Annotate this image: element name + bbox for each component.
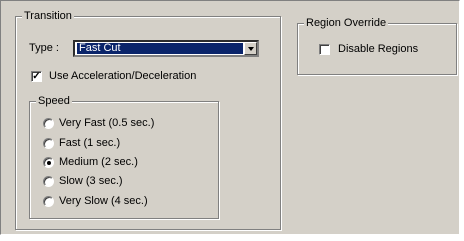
chevron-down-icon xyxy=(247,46,254,51)
disable-regions-label[interactable]: Disable Regions xyxy=(338,43,418,56)
speed-group-title: Speed xyxy=(36,94,72,108)
use-acceleration-label[interactable]: Use Acceleration/Deceleration xyxy=(49,70,196,83)
speed-option-label: Slow (3 sec.) xyxy=(59,175,123,187)
radio-medium[interactable] xyxy=(43,157,54,168)
radio-very-slow[interactable] xyxy=(43,196,54,207)
speed-option-label: Very Slow (4 sec.) xyxy=(59,195,148,207)
transition-group-title: Transition xyxy=(22,9,74,23)
speed-option-label: Fast (1 sec.) xyxy=(59,137,121,149)
dialog-panel: Transition Type : Fast Cut ✓ Use Acceler… xyxy=(0,0,460,235)
radio-selected-dot xyxy=(47,161,51,165)
region-override-group-title: Region Override xyxy=(304,16,389,30)
dropdown-button[interactable] xyxy=(244,42,257,55)
transition-type-value: Fast Cut xyxy=(77,43,243,54)
disable-regions-checkbox[interactable] xyxy=(319,44,330,55)
transition-type-dropdown[interactable]: Fast Cut xyxy=(73,40,259,57)
speed-option-label: Medium (2 sec.) xyxy=(59,156,138,168)
speed-option-label: Very Fast (0.5 sec.) xyxy=(59,117,155,129)
checkmark-icon: ✓ xyxy=(32,71,41,82)
radio-slow[interactable] xyxy=(43,176,54,187)
radio-fast[interactable] xyxy=(43,138,54,149)
type-label: Type : xyxy=(29,42,59,54)
radio-very-fast[interactable] xyxy=(43,118,54,129)
use-acceleration-checkbox[interactable]: ✓ xyxy=(31,71,42,82)
